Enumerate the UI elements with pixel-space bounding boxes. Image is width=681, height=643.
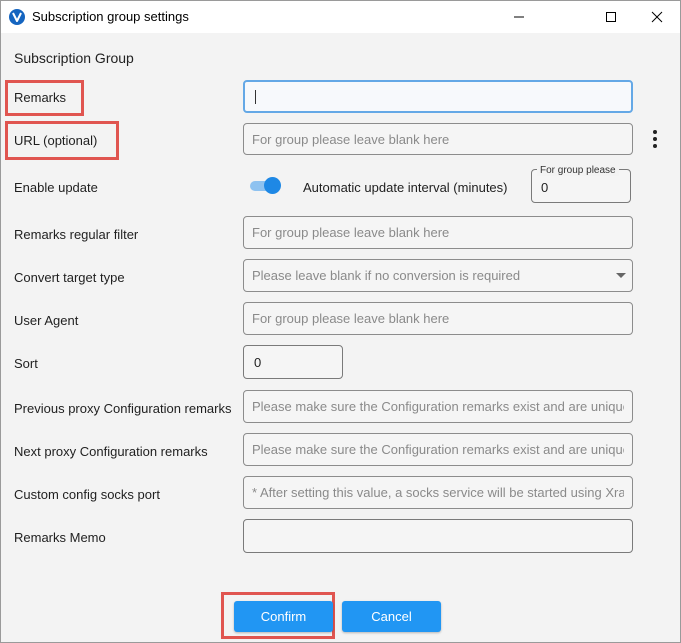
remarks-field[interactable]: [243, 80, 633, 113]
prev-proxy-field[interactable]: [243, 390, 633, 423]
filter-label: Remarks regular filter: [14, 227, 139, 242]
sort-label: Sort: [14, 356, 38, 371]
socks-port-input[interactable]: [244, 477, 632, 508]
window-title: Subscription group settings: [32, 9, 189, 24]
url-field[interactable]: [243, 123, 633, 155]
prev-proxy-input[interactable]: [244, 391, 632, 422]
prev-proxy-label: Previous proxy Configuration remarks: [14, 401, 232, 416]
confirm-button[interactable]: Confirm: [234, 601, 333, 632]
url-input[interactable]: [244, 124, 632, 154]
convert-target-label: Convert target type: [14, 270, 125, 285]
maximize-button[interactable]: [588, 1, 634, 33]
sort-value: 0: [254, 355, 262, 370]
close-button[interactable]: [634, 1, 680, 33]
user-agent-input[interactable]: [244, 303, 632, 334]
enable-update-toggle[interactable]: [250, 177, 282, 194]
memo-label: Remarks Memo: [14, 530, 106, 545]
enable-update-label: Enable update: [14, 180, 98, 195]
app-icon: [9, 9, 25, 25]
filter-input[interactable]: [244, 217, 632, 248]
next-proxy-field[interactable]: [243, 433, 633, 466]
title-bar: Subscription group settings: [1, 1, 680, 33]
remarks-input[interactable]: [245, 82, 631, 111]
socks-port-label: Custom config socks port: [14, 487, 160, 502]
url-highlight-box: [5, 121, 119, 160]
interval-label: Automatic update interval (minutes): [303, 180, 508, 195]
sort-input[interactable]: 0: [243, 345, 343, 379]
minimize-button[interactable]: [496, 1, 542, 33]
settings-window: Subscription group settings Subscription…: [0, 0, 681, 643]
next-proxy-label: Next proxy Configuration remarks: [14, 444, 208, 459]
filter-field[interactable]: [243, 216, 633, 249]
interval-hint: For group please: [537, 165, 619, 176]
maximize-icon: [606, 12, 616, 22]
user-agent-label: User Agent: [14, 313, 79, 328]
dropdown-arrow-icon: [616, 273, 626, 278]
remarks-highlight-box: [5, 80, 84, 116]
section-header: Subscription Group: [14, 50, 134, 66]
convert-target-input[interactable]: [244, 260, 632, 291]
socks-port-field[interactable]: [243, 476, 633, 509]
close-icon: [651, 11, 663, 23]
minimize-icon: [514, 16, 524, 18]
next-proxy-input[interactable]: [244, 434, 632, 465]
toggle-thumb: [264, 177, 281, 194]
more-vertical-icon[interactable]: [647, 128, 663, 150]
user-agent-field[interactable]: [243, 302, 633, 335]
text-caret: [255, 90, 256, 104]
memo-textarea[interactable]: [243, 519, 633, 553]
convert-target-select[interactable]: [243, 259, 633, 292]
interval-value: 0: [541, 180, 549, 195]
cancel-button[interactable]: Cancel: [342, 601, 441, 632]
